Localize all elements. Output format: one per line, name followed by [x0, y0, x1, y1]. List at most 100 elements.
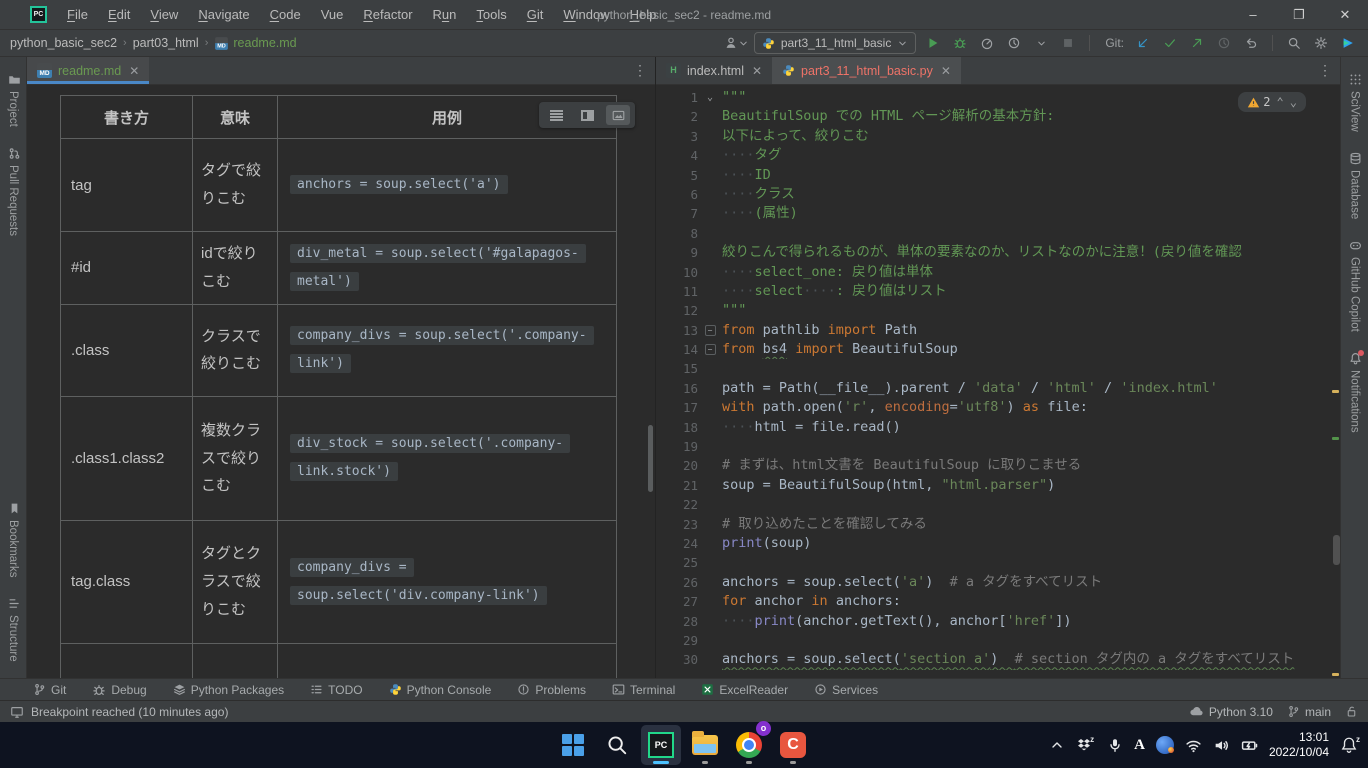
tray-chevron-up[interactable] [1049, 737, 1065, 753]
tool-window-button-todo[interactable]: TODO [310, 683, 362, 697]
menu-view[interactable]: View [142, 4, 186, 25]
breadcrumb-item[interactable]: MDreadme.md [214, 36, 296, 51]
tool-window-button-sciview[interactable]: SciView [1347, 73, 1363, 132]
code-editor[interactable]: 1⌄"""2BeautifulSoup での HTML ページ解析の基本方針:3… [656, 85, 1340, 678]
line-number[interactable]: 13 [656, 321, 698, 340]
coverage-clock-button[interactable] [1004, 33, 1024, 53]
tool-window-button-excelreader[interactable]: ExcelReader [701, 683, 788, 697]
bug-button[interactable] [950, 33, 970, 53]
preview-scrollbar[interactable] [648, 425, 653, 492]
ime-mode-indicator[interactable]: A [1134, 736, 1145, 754]
line-number[interactable]: 19 [656, 437, 698, 456]
line-number[interactable]: 6 [656, 185, 698, 204]
line-number[interactable]: 5 [656, 166, 698, 185]
menu-edit[interactable]: Edit [100, 4, 138, 25]
next-warning-icon[interactable]: ⌄ [1290, 95, 1297, 109]
notification-bell-icon[interactable]: z [1340, 736, 1362, 754]
warning-stripe-mark[interactable] [1332, 390, 1339, 393]
tool-window-button-structure[interactable]: Structure [5, 597, 21, 662]
tab-readme-md[interactable]: MD readme.md ✕ [27, 57, 149, 84]
tray-dropbox[interactable]: z [1076, 737, 1096, 753]
stop-button[interactable] [1058, 33, 1078, 53]
line-number[interactable]: 20 [656, 456, 698, 475]
tool-window-button-git[interactable]: Git [33, 683, 66, 697]
play-button[interactable] [923, 33, 943, 53]
line-number[interactable]: 27 [656, 592, 698, 611]
tray-wifi[interactable] [1185, 737, 1202, 754]
editor-and-preview-button[interactable] [575, 105, 599, 125]
line-number[interactable]: 11 [656, 282, 698, 301]
tool-window-button-database[interactable]: Database [1347, 152, 1363, 219]
interpreter-selector[interactable]: Python 3.10 [1189, 704, 1273, 719]
tray-mic[interactable] [1107, 737, 1123, 753]
line-number[interactable]: 8 [656, 224, 698, 243]
taskbar-explorer[interactable] [685, 725, 725, 765]
tray-volume[interactable] [1213, 737, 1230, 754]
run-configuration-selector[interactable]: part3_11_html_basic [754, 32, 917, 54]
taskbar-chrome[interactable]: o [729, 725, 769, 765]
restore-button[interactable]: ❐ [1276, 0, 1322, 29]
taskbar-pycharm[interactable]: PC [641, 725, 681, 765]
line-number[interactable]: 25 [656, 553, 698, 572]
tool-window-button-debug[interactable]: Debug [92, 683, 146, 697]
taskbar-camtasia[interactable]: C [773, 725, 813, 765]
line-number[interactable]: 1 [656, 88, 698, 107]
line-number[interactable]: 12 [656, 301, 698, 320]
menu-navigate[interactable]: Navigate [190, 4, 257, 25]
unlock-icon[interactable] [1345, 705, 1358, 718]
tab-close-icon[interactable]: ✕ [752, 64, 762, 78]
breadcrumb-item[interactable]: python_basic_sec2 [10, 36, 117, 50]
editor-scrollbar[interactable] [1333, 535, 1340, 565]
line-number[interactable]: 22 [656, 495, 698, 514]
line-number[interactable]: 14 [656, 340, 698, 359]
menu-code[interactable]: Code [262, 4, 309, 25]
line-number[interactable]: 3 [656, 127, 698, 146]
line-number[interactable]: 15 [656, 359, 698, 378]
sphere-app-icon[interactable] [1156, 736, 1174, 754]
markdown-preview[interactable]: 書き方意味用例 tag タグで絞りこむ anchors = soup.selec… [27, 85, 655, 678]
chevron-down-button[interactable] [1031, 33, 1051, 53]
menu-run[interactable]: Run [425, 4, 465, 25]
minimize-button[interactable]: – [1230, 0, 1276, 29]
git-branch-widget[interactable]: main [1287, 705, 1331, 719]
line-number[interactable]: 23 [656, 515, 698, 534]
line-number[interactable]: 24 [656, 534, 698, 553]
tray-battery[interactable] [1241, 737, 1258, 754]
tool-window-button-notifications[interactable]: Notifications [1347, 352, 1363, 433]
profiler-button[interactable] [977, 33, 997, 53]
tool-window-button-python-packages[interactable]: Python Packages [173, 683, 284, 697]
menu-window[interactable]: Window [555, 4, 617, 25]
ok-stripe-mark[interactable] [1332, 437, 1339, 440]
search-button[interactable] [1284, 33, 1304, 53]
line-number[interactable]: 9 [656, 243, 698, 262]
tool-window-button-pull-requests[interactable]: Pull Requests [5, 147, 21, 236]
more-options-icon[interactable]: ⋮ [625, 57, 655, 84]
breadcrumb-item[interactable]: part03_html [133, 36, 199, 50]
tool-window-button-python-console[interactable]: Python Console [389, 683, 492, 697]
git-arrow-down-left-button[interactable] [1133, 33, 1153, 53]
menu-help[interactable]: Help [622, 4, 665, 25]
tool-window-button-project[interactable]: Project [5, 73, 21, 127]
prev-warning-icon[interactable]: ⌃ [1277, 95, 1284, 109]
taskbar-start[interactable] [553, 725, 593, 765]
git-check-button[interactable] [1160, 33, 1180, 53]
tab-close-icon[interactable]: ✕ [129, 64, 139, 78]
git-clock-button[interactable] [1214, 33, 1234, 53]
tool-window-button-problems[interactable]: Problems [517, 683, 586, 697]
git-undo-button[interactable] [1241, 33, 1261, 53]
line-number[interactable]: 26 [656, 573, 698, 592]
tool-window-button-github-copilot[interactable]: GitHub Copilot [1347, 239, 1363, 332]
more-options-icon[interactable]: ⋮ [1310, 57, 1340, 84]
git-arrow-up-right-button[interactable] [1187, 33, 1207, 53]
menu-refactor[interactable]: Refactor [355, 4, 420, 25]
line-number[interactable]: 16 [656, 379, 698, 398]
tab-part3_11_html_basic-py[interactable]: part3_11_html_basic.py✕ [772, 57, 961, 84]
line-number[interactable]: 30 [656, 650, 698, 669]
line-number[interactable]: 21 [656, 476, 698, 495]
menu-git[interactable]: Git [519, 4, 552, 25]
tool-window-button-bookmarks[interactable]: Bookmarks [5, 502, 21, 578]
taskbar-clock[interactable]: 13:01 2022/10/04 [1269, 730, 1329, 760]
line-number[interactable]: 2 [656, 107, 698, 126]
menu-file[interactable]: File [59, 4, 96, 25]
line-number[interactable]: 17 [656, 398, 698, 417]
